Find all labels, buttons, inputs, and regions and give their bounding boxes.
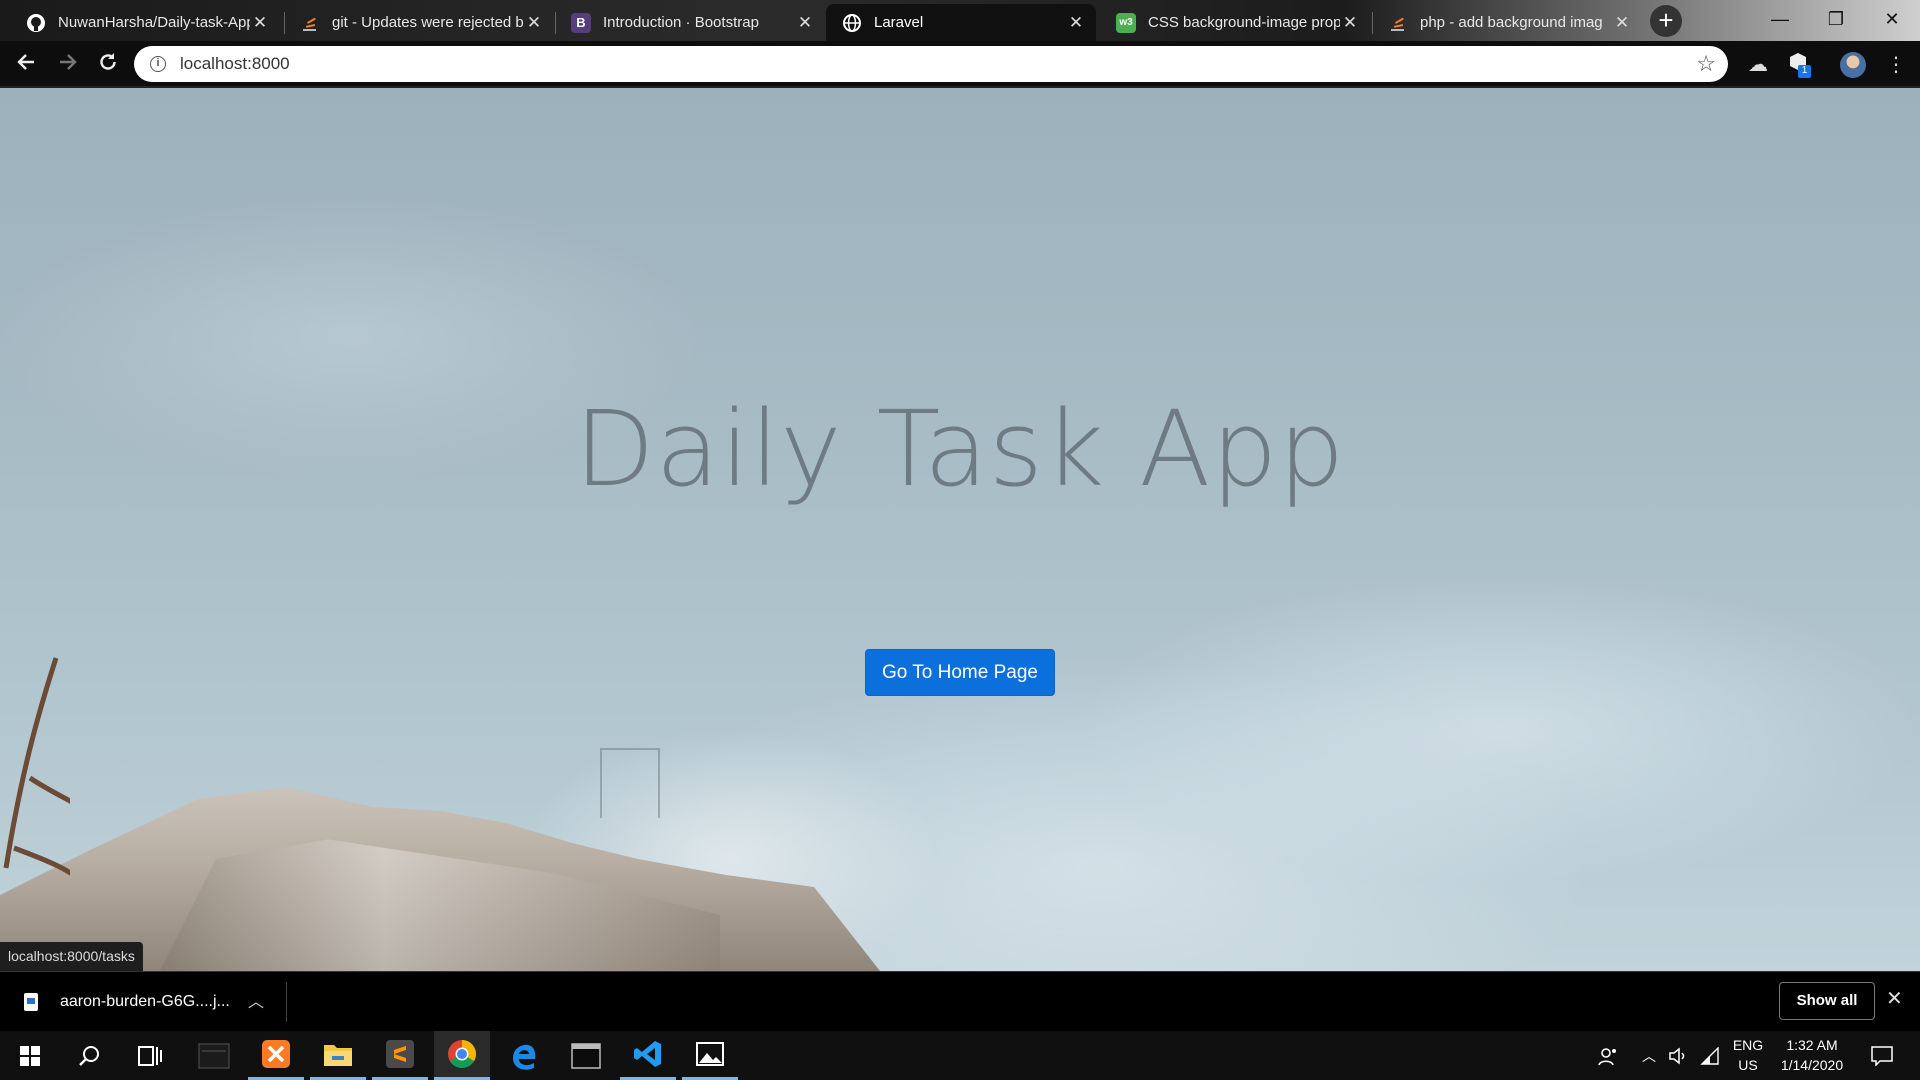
close-tab-icon[interactable]: ✕	[524, 13, 544, 33]
tab-title: Laravel	[874, 14, 924, 31]
globe-icon	[842, 13, 862, 33]
clock-time: 1:32 AM	[1786, 1037, 1838, 1053]
minimize-window-button[interactable]: —	[1752, 0, 1808, 41]
browser-tab-strip: NuwanHarsha/Daily-task-App ✕ git - Updat…	[0, 0, 1920, 41]
go-to-home-button[interactable]: Go To Home Page	[865, 649, 1055, 696]
download-file-name: aaron-burden-G6G....j...	[60, 993, 230, 1010]
close-tab-icon[interactable]: ✕	[1066, 13, 1086, 33]
background-tower	[600, 748, 660, 818]
people-icon[interactable]	[1590, 1031, 1626, 1080]
tab-w3schools[interactable]: w3 CSS background-image prop ✕	[1100, 4, 1370, 41]
language-indicator[interactable]: ENG US	[1728, 1035, 1768, 1075]
start-icon[interactable]	[2, 1031, 58, 1080]
tab-bootstrap[interactable]: B Introduction · Bootstrap ✕	[555, 4, 825, 41]
tab-title: NuwanHarsha/Daily-task-App	[58, 14, 250, 31]
download-item[interactable]: aaron-burden-G6G....j...	[24, 984, 230, 1020]
address-url: localhost:8000	[180, 54, 290, 73]
page-title: Daily Task App	[574, 388, 1346, 510]
w3schools-icon: w3	[1116, 12, 1136, 33]
close-tab-icon[interactable]: ✕	[795, 13, 815, 33]
task-view-icon[interactable]	[122, 1031, 178, 1080]
back-arrow-icon	[17, 54, 34, 70]
extension-cloud-icon[interactable]: ☁	[1744, 51, 1772, 79]
tab-title: git - Updates were rejected b	[332, 14, 524, 31]
back-button[interactable]	[12, 51, 40, 79]
profile-avatar[interactable]	[1840, 52, 1866, 78]
file-explorer-icon[interactable]	[310, 1031, 366, 1080]
close-window-button[interactable]: ✕	[1864, 0, 1920, 41]
download-shelf: aaron-burden-G6G....j... ︿ Show all ✕	[0, 971, 1920, 1031]
chevron-up-icon[interactable]: ︿	[248, 988, 264, 1012]
background-branch	[3, 657, 70, 876]
close-shelf-icon[interactable]: ✕	[1886, 986, 1903, 1011]
extension-cube-icon[interactable]: 1	[1784, 51, 1812, 79]
status-bar-url: localhost:8000/tasks	[0, 942, 143, 971]
github-icon	[26, 13, 46, 33]
tab-title: Introduction · Bootstrap	[603, 14, 759, 31]
bookmark-star-icon[interactable]: ☆	[1696, 51, 1716, 77]
language-code: ENG	[1732, 1037, 1764, 1053]
close-tab-icon[interactable]: ✕	[250, 13, 270, 33]
site-info-icon[interactable]: i	[150, 56, 166, 72]
reload-button[interactable]	[94, 51, 122, 79]
tab-stackoverflow-git[interactable]: git - Updates were rejected b ✕	[284, 4, 554, 41]
terminal-icon[interactable]	[558, 1031, 614, 1080]
stackoverflow-icon	[300, 13, 320, 33]
xampp-icon[interactable]	[248, 1031, 304, 1080]
image-file-icon	[24, 993, 38, 1011]
tab-stackoverflow-php[interactable]: php - add background imag ✕	[1372, 4, 1642, 41]
stackoverflow-icon	[1388, 13, 1408, 33]
close-tab-icon[interactable]: ✕	[1340, 13, 1360, 33]
show-all-button[interactable]: Show all	[1779, 982, 1875, 1020]
forward-button[interactable]	[54, 51, 82, 79]
region-code: US	[1738, 1057, 1758, 1073]
chevron-up-icon[interactable]: ︿	[1636, 1031, 1662, 1080]
tab-title: php - add background imag	[1420, 14, 1603, 31]
browser-toolbar: i localhost:8000 ☆ ☁ 1 ⋮	[0, 41, 1920, 88]
volume-icon[interactable]	[1664, 1031, 1692, 1080]
search-icon[interactable]	[62, 1031, 118, 1080]
page-viewport: Daily Task App Go To Home Page localhost…	[0, 88, 1920, 971]
edge-icon[interactable]	[496, 1031, 552, 1080]
sublime-text-icon[interactable]	[372, 1031, 428, 1080]
wifi-icon[interactable]	[1696, 1031, 1724, 1080]
system-clock[interactable]: 1:32 AM 1/14/2020	[1764, 1035, 1860, 1075]
tab-title: CSS background-image prop	[1148, 14, 1340, 31]
photos-icon[interactable]	[682, 1031, 738, 1080]
vscode-icon[interactable]	[620, 1031, 676, 1080]
tab-github[interactable]: NuwanHarsha/Daily-task-App ✕	[10, 4, 280, 41]
blank-app-icon[interactable]	[186, 1031, 242, 1080]
restore-window-button[interactable]: ❐	[1808, 0, 1864, 41]
tab-laravel[interactable]: Laravel ✕	[826, 4, 1096, 41]
close-tab-icon[interactable]: ✕	[1612, 13, 1632, 33]
shelf-divider	[286, 982, 287, 1022]
reload-icon	[100, 53, 116, 70]
forward-arrow-icon	[60, 54, 77, 70]
new-tab-button[interactable]: +	[1650, 5, 1682, 37]
chrome-icon[interactable]	[434, 1031, 490, 1080]
notifications-icon[interactable]	[1864, 1031, 1900, 1080]
windows-taskbar: ︿ ENG US 1:32 AM 1/14/2020	[0, 1031, 1920, 1080]
menu-kebab-icon[interactable]: ⋮	[1882, 51, 1910, 79]
bootstrap-icon: B	[571, 12, 591, 33]
extension-badge: 1	[1798, 65, 1811, 78]
address-bar[interactable]: i localhost:8000 ☆	[134, 46, 1728, 82]
clock-date: 1/14/2020	[1780, 1057, 1844, 1073]
